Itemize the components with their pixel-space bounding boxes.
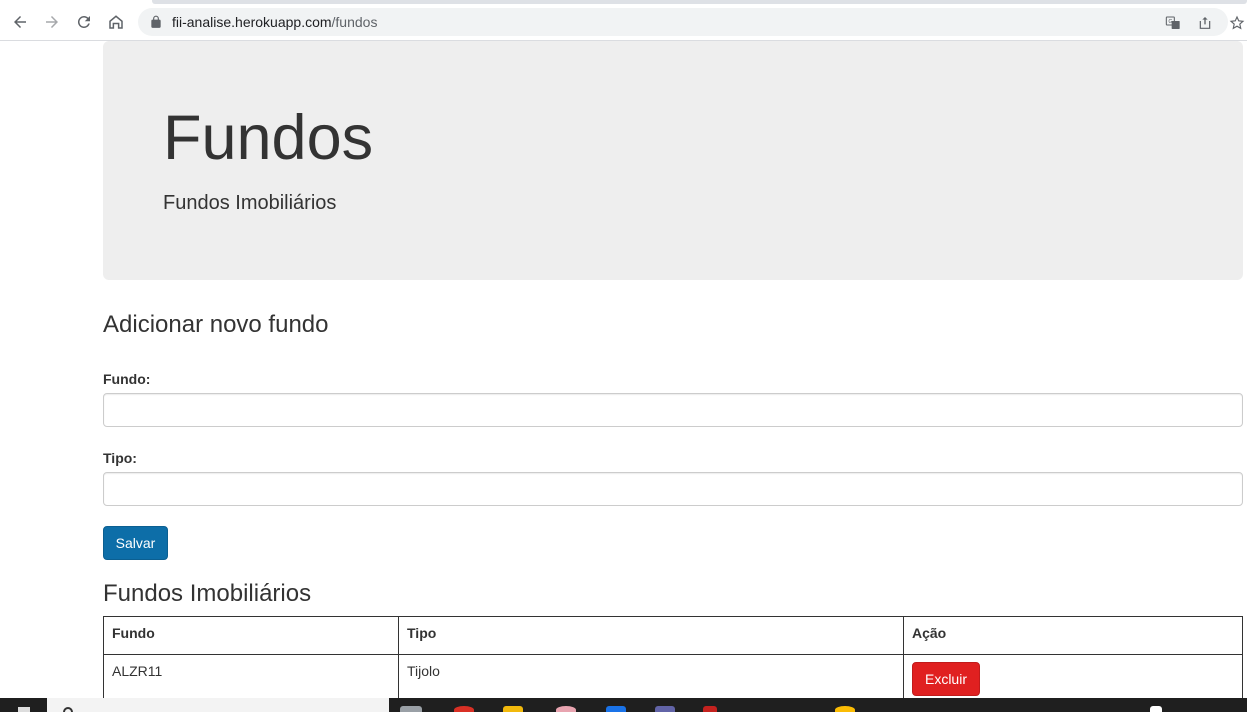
tipo-input[interactable]: [103, 472, 1243, 506]
table-header-row: Fundo Tipo Ação: [103, 616, 1243, 655]
paint-app-icon[interactable]: [556, 706, 576, 712]
add-fund-heading: Adicionar novo fundo: [103, 311, 329, 338]
fundo-field-label: Fundo:: [103, 371, 151, 387]
teams-app-icon[interactable]: [655, 706, 675, 712]
weather-icon[interactable]: [835, 706, 855, 712]
os-taskbar: [0, 698, 1247, 712]
cell-tipo: Tijolo: [398, 654, 904, 705]
star-icon[interactable]: [1228, 14, 1246, 32]
url-host: fii-analise.herokuapp.com: [172, 14, 332, 30]
cell-acao: Excluir: [903, 654, 1243, 705]
share-icon[interactable]: [1196, 14, 1214, 32]
back-arrow-icon[interactable]: [8, 10, 32, 34]
browser-toolbar: fii-analise.herokuapp.com/fundos G: [0, 4, 1247, 41]
windows-logo-icon: [18, 707, 30, 712]
git-app-icon[interactable]: [703, 706, 717, 712]
url-text[interactable]: fii-analise.herokuapp.com/fundos: [172, 14, 377, 30]
lock-icon[interactable]: [149, 15, 163, 29]
address-bar[interactable]: fii-analise.herokuapp.com/fundos G: [138, 8, 1245, 36]
search-icon: [63, 707, 73, 712]
save-button[interactable]: Salvar: [103, 526, 168, 560]
funds-table: Fundo Tipo Ação ALZR11 Tijolo Excluir: [103, 616, 1243, 705]
home-icon[interactable]: [104, 10, 128, 34]
column-header-acao: Ação: [903, 616, 1243, 655]
page-title: Fundos: [163, 103, 374, 173]
funds-table-heading: Fundos Imobiliários: [103, 580, 312, 607]
fundo-input[interactable]: [103, 393, 1243, 427]
notification-icon[interactable]: [1150, 706, 1162, 712]
forward-arrow-icon[interactable]: [40, 10, 64, 34]
vscode-app-icon[interactable]: [606, 706, 626, 712]
taskbar-search[interactable]: [47, 698, 389, 712]
column-header-tipo: Tipo: [398, 616, 904, 655]
page-subtitle: Fundos Imobiliários: [163, 192, 337, 214]
delete-button[interactable]: Excluir: [912, 662, 980, 696]
translate-icon[interactable]: G: [1164, 14, 1182, 32]
cell-fundo: ALZR11: [103, 654, 399, 705]
file-explorer-icon[interactable]: [503, 706, 523, 712]
chrome-app-icon[interactable]: [454, 706, 474, 712]
start-button[interactable]: [0, 698, 47, 712]
table-row: ALZR11 Tijolo Excluir: [103, 654, 1243, 705]
column-header-fundo: Fundo: [103, 616, 399, 655]
page-header-jumbotron: Fundos Fundos Imobiliários: [103, 41, 1243, 280]
tipo-field-label: Tipo:: [103, 450, 137, 466]
reload-icon[interactable]: [72, 10, 96, 34]
task-view-icon[interactable]: [400, 706, 422, 712]
url-path: /fundos: [331, 14, 378, 30]
svg-text:G: G: [1168, 19, 1172, 25]
